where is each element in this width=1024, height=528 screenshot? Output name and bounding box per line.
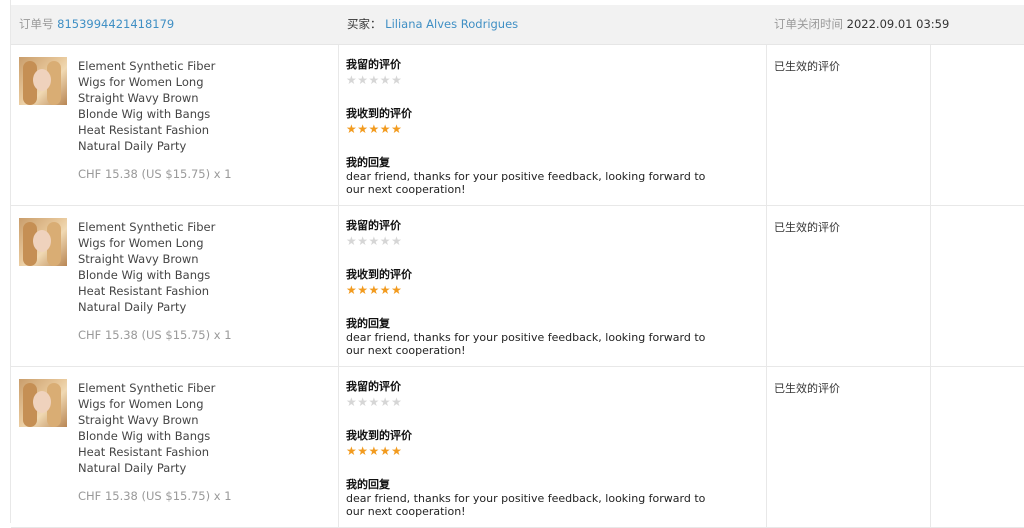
my-review-label: 我留的评价 <box>346 58 401 71</box>
star-empty-icon: ★ <box>368 73 380 87</box>
star-empty-icon: ★ <box>379 234 392 248</box>
order-number-label: 订单号 <box>19 17 54 31</box>
star-empty-icon: ★ <box>379 73 392 87</box>
product-title-link[interactable]: Element Synthetic Fiber Wigs for Women L… <box>78 58 238 154</box>
buyer-name-link[interactable]: Liliana Alves Rodrigues <box>385 17 518 31</box>
star-empty-icon: ★ <box>368 395 380 409</box>
column-divider <box>338 45 339 205</box>
product-price: CHF 15.38 (US $15.75) x 1 <box>78 328 232 342</box>
my-reply-label: 我的回复 <box>346 156 390 169</box>
star-filled-icon: ★ <box>391 444 403 458</box>
product-thumbnail[interactable] <box>19 218 67 266</box>
received-review-label: 我收到的评价 <box>346 268 412 281</box>
column-divider <box>766 206 767 366</box>
received-review-label: 我收到的评价 <box>346 107 412 120</box>
order-number-group: 订单号 8153994421418179 <box>19 5 174 44</box>
star-empty-icon: ★ <box>379 395 392 409</box>
star-filled-icon: ★ <box>357 122 369 136</box>
column-divider <box>338 206 339 366</box>
close-time-value: 2022.09.01 03:59 <box>846 17 950 31</box>
product-thumbnail[interactable] <box>19 379 67 427</box>
my-review-stars: ★★★★★ <box>346 234 746 248</box>
star-empty-icon: ★ <box>346 234 358 248</box>
product-title-link[interactable]: Element Synthetic Fiber Wigs for Women L… <box>78 219 238 315</box>
received-review-stars: ★★★★★ <box>346 444 746 458</box>
my-reply-label: 我的回复 <box>346 478 390 491</box>
my-reply-text: dear friend, thanks for your positive fe… <box>346 331 706 357</box>
my-reply-label: 我的回复 <box>346 317 390 330</box>
product-thumbnail[interactable] <box>19 57 67 105</box>
review-column: 我留的评价 ★★★★★ 我收到的评价 ★★★★★ 我的回复 dear frien… <box>346 219 746 357</box>
my-review-stars: ★★★★★ <box>346 73 746 87</box>
star-empty-icon: ★ <box>346 73 358 87</box>
order-number-link[interactable]: 8153994421418179 <box>57 17 174 31</box>
review-status: 已生效的评价 <box>774 382 840 395</box>
my-reply-text: dear friend, thanks for your positive fe… <box>346 170 706 196</box>
review-status: 已生效的评价 <box>774 60 840 73</box>
review-column: 我留的评价 ★★★★★ 我收到的评价 ★★★★★ 我的回复 dear frien… <box>346 58 746 196</box>
star-filled-icon: ★ <box>379 444 392 458</box>
close-time-label: 订单关闭时间 <box>774 17 843 31</box>
star-empty-icon: ★ <box>357 395 369 409</box>
star-filled-icon: ★ <box>368 122 380 136</box>
column-divider <box>766 367 767 527</box>
order-item-row: Element Synthetic Fiber Wigs for Women L… <box>11 206 1024 367</box>
column-divider <box>930 45 931 205</box>
my-reply-text: dear friend, thanks for your positive fe… <box>346 492 706 518</box>
star-filled-icon: ★ <box>346 283 358 297</box>
my-review-label: 我留的评价 <box>346 219 401 232</box>
star-filled-icon: ★ <box>391 283 403 297</box>
star-filled-icon: ★ <box>346 444 358 458</box>
star-filled-icon: ★ <box>346 122 358 136</box>
star-empty-icon: ★ <box>357 73 369 87</box>
order-item-row: Element Synthetic Fiber Wigs for Women L… <box>11 45 1024 206</box>
close-time-group: 订单关闭时间 2022.09.01 03:59 <box>774 5 949 44</box>
star-filled-icon: ★ <box>357 444 369 458</box>
product-title-link[interactable]: Element Synthetic Fiber Wigs for Women L… <box>78 380 238 476</box>
review-column: 我留的评价 ★★★★★ 我收到的评价 ★★★★★ 我的回复 dear frien… <box>346 380 746 518</box>
order-header: 订单号 8153994421418179 买家： Liliana Alves R… <box>11 5 1024 45</box>
received-review-label: 我收到的评价 <box>346 429 412 442</box>
order-item-row: Element Synthetic Fiber Wigs for Women L… <box>11 367 1024 528</box>
order-feedback-page: 订单号 8153994421418179 买家： Liliana Alves R… <box>0 0 1024 528</box>
buyer-label: 买家： <box>347 17 382 31</box>
star-filled-icon: ★ <box>391 122 403 136</box>
my-review-stars: ★★★★★ <box>346 395 746 409</box>
buyer-group: 买家： Liliana Alves Rodrigues <box>347 5 518 44</box>
received-review-stars: ★★★★★ <box>346 283 746 297</box>
star-empty-icon: ★ <box>357 234 369 248</box>
star-empty-icon: ★ <box>346 395 358 409</box>
star-empty-icon: ★ <box>391 73 403 87</box>
star-filled-icon: ★ <box>357 283 369 297</box>
star-filled-icon: ★ <box>379 122 392 136</box>
my-review-label: 我留的评价 <box>346 380 401 393</box>
star-empty-icon: ★ <box>391 395 403 409</box>
review-status: 已生效的评价 <box>774 221 840 234</box>
star-filled-icon: ★ <box>368 283 380 297</box>
column-divider <box>338 367 339 527</box>
product-price: CHF 15.38 (US $15.75) x 1 <box>78 489 232 503</box>
star-empty-icon: ★ <box>391 234 403 248</box>
column-divider <box>930 367 931 527</box>
star-empty-icon: ★ <box>368 234 380 248</box>
star-filled-icon: ★ <box>368 444 380 458</box>
column-divider <box>930 206 931 366</box>
star-filled-icon: ★ <box>379 283 392 297</box>
product-price: CHF 15.38 (US $15.75) x 1 <box>78 167 232 181</box>
column-divider <box>766 45 767 205</box>
received-review-stars: ★★★★★ <box>346 122 746 136</box>
